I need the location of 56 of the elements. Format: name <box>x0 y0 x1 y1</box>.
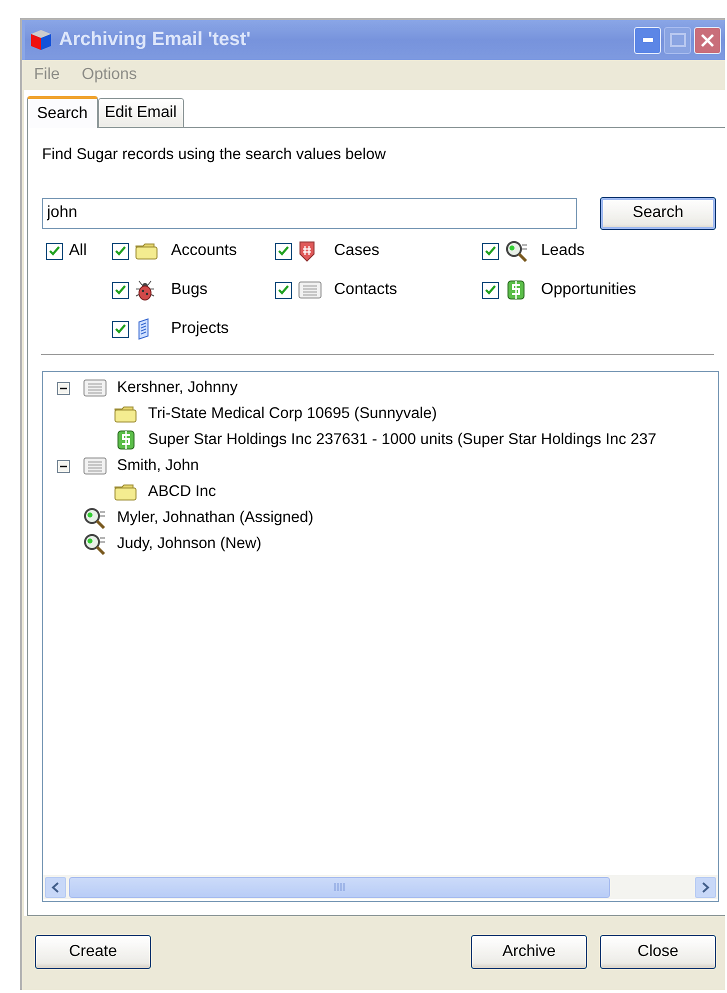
card-icon <box>82 379 106 397</box>
tab[interactable]: Search <box>27 96 98 128</box>
dialog-button[interactable]: Create <box>35 935 151 969</box>
money-icon <box>505 279 527 301</box>
magnifier-icon <box>82 507 106 529</box>
tree-item[interactable]: ABCD Inc <box>148 483 216 501</box>
dialog-button[interactable]: Close <box>600 935 716 969</box>
folder-icon <box>114 405 138 423</box>
instructions: Find Sugar records using the search values below <box>42 146 387 165</box>
collapse-icon[interactable] <box>57 382 70 394</box>
checkbox-label: Cases <box>334 242 380 260</box>
window-title: Archiving Email 'test' <box>59 29 252 51</box>
folder-icon <box>135 242 159 260</box>
tree-item[interactable]: Judy, Johnson (New) <box>117 535 262 553</box>
checkbox[interactable] <box>46 242 63 260</box>
magnifier-icon <box>82 533 106 555</box>
checkbox-label: All <box>69 242 87 260</box>
card-icon <box>82 457 106 475</box>
maximize-icon <box>670 33 686 47</box>
shield-icon <box>298 240 316 262</box>
magnifier-icon <box>505 240 529 262</box>
checkbox-label: Opportunities <box>541 281 636 299</box>
tree-item[interactable]: Myler, Johnathan (Assigned) <box>117 509 314 527</box>
tab[interactable]: Edit Email <box>98 98 184 127</box>
checkbox[interactable] <box>482 282 499 298</box>
checkbox-label: Contacts <box>334 281 398 299</box>
search-button[interactable]: Search <box>600 196 716 230</box>
checkbox-label: Projects <box>171 320 229 338</box>
ladybug-icon <box>135 279 155 301</box>
checkbox-label: Bugs <box>171 281 208 299</box>
scrollbar-thumb[interactable] <box>69 876 610 898</box>
cube-icon <box>29 28 53 52</box>
tree-item[interactable]: Tri-State Medical Corp 10695 (Sunnyvale) <box>148 405 437 423</box>
scroll-right-button[interactable] <box>695 876 716 898</box>
checkbox[interactable] <box>275 282 292 298</box>
card-icon <box>298 281 322 299</box>
checkbox-label: Accounts <box>171 242 237 260</box>
scroll-left-button[interactable] <box>45 876 66 898</box>
tree-item[interactable]: Super Star Holdings Inc 237631 - 1000 units (Super Star Holdings Inc 237 <box>148 431 656 449</box>
collapse-icon[interactable] <box>57 460 70 472</box>
dialog-button[interactable]: Archive <box>471 935 587 969</box>
checkbox[interactable] <box>482 242 499 260</box>
close-button[interactable] <box>694 26 721 54</box>
checkbox[interactable] <box>112 242 129 260</box>
money-icon <box>114 429 136 451</box>
checkbox[interactable] <box>112 320 129 338</box>
close-icon <box>700 32 715 48</box>
grip-icon <box>334 883 346 891</box>
checkbox[interactable] <box>275 242 292 260</box>
tree-item[interactable]: Smith, John <box>117 457 199 475</box>
checkbox[interactable] <box>112 282 129 298</box>
minimize-button[interactable] <box>634 26 661 54</box>
folder-icon <box>114 483 138 501</box>
tree-item[interactable]: Kershner, Johnny <box>117 379 238 397</box>
minimize-icon <box>642 38 652 42</box>
checkbox-label: Leads <box>541 242 585 260</box>
